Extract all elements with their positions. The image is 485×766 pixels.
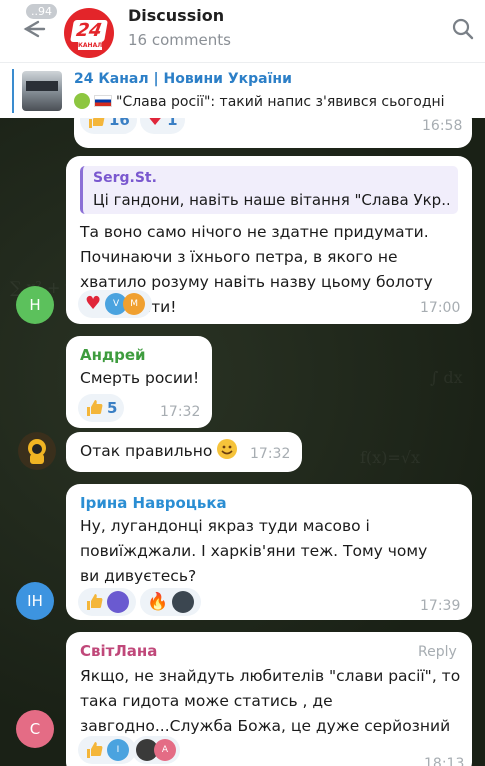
- sender-name[interactable]: Андрей: [80, 346, 146, 364]
- message-time: 17:00: [420, 300, 461, 316]
- reaction-count: 16: [109, 118, 130, 129]
- logo-sub: КАНАЛ: [78, 42, 103, 50]
- channel-avatar[interactable]: 24 КАНАЛ: [64, 8, 114, 58]
- message-time: 18:13: [424, 756, 465, 766]
- reaction-heart-avatars[interactable]: ♥ V M: [78, 290, 153, 318]
- thumbs-up-icon: [89, 118, 105, 128]
- message-text: Ну, лугандонці якраз туди масово і повиї…: [80, 517, 428, 585]
- chat-header: ..94 24 КАНАЛ Discussion 16 comments: [0, 0, 485, 62]
- reaction-thumbs-up-avatars[interactable]: I: [78, 736, 136, 764]
- message-time: 17:32: [250, 446, 291, 462]
- reaction-avatars[interactable]: A: [132, 736, 180, 764]
- reaction-heart[interactable]: ♥ 1: [140, 118, 185, 134]
- pin-indicator: [12, 69, 14, 113]
- fire-icon: 🔥: [147, 592, 169, 612]
- comments-count: 16 comments: [128, 31, 231, 49]
- message-time: 16:58: [422, 118, 463, 134]
- reply-link[interactable]: Reply: [418, 644, 457, 660]
- logo-text: 24: [70, 20, 108, 42]
- reaction-thumbs-up[interactable]: 5: [78, 394, 125, 422]
- smile-emoji-icon: [217, 439, 238, 459]
- thumbs-up-icon: [87, 742, 103, 758]
- reply-quote[interactable]: Serg.St. Ці гандони, навіть наше вітання…: [80, 166, 458, 214]
- reaction-count: 1: [167, 118, 178, 129]
- message-time: 17:32: [160, 404, 201, 420]
- thumbs-up-icon: [87, 594, 103, 610]
- sticker-avatar-icon: [28, 439, 46, 464]
- reactor-avatar: I: [107, 739, 129, 761]
- nauseated-emoji-icon: [74, 93, 90, 109]
- pinned-thumbnail: [22, 71, 62, 111]
- thumbs-up-icon: [87, 400, 103, 416]
- reaction-thumbs-up-avatar[interactable]: [78, 588, 136, 616]
- message-bubble[interactable]: Отак правильно 17:32: [66, 432, 302, 472]
- message-bubble[interactable]: Ірина Навроцька Ну, лугандонці якраз туд…: [66, 484, 472, 620]
- pinned-message[interactable]: 24 Канал | Новини України "Слава росії":…: [0, 62, 485, 118]
- message-bubble[interactable]: СвітЛана Reply Якщо, не знайдуть любител…: [66, 632, 472, 766]
- user-avatar[interactable]: [18, 432, 56, 470]
- unread-badge: ..94: [26, 4, 57, 19]
- heart-icon: ♥: [147, 118, 164, 130]
- reaction-count: 5: [107, 399, 118, 417]
- quote-author: Serg.St.: [93, 170, 157, 186]
- reactor-avatar: A: [154, 739, 176, 761]
- chat-title: Discussion: [128, 6, 225, 25]
- reaction-fire-avatar[interactable]: 🔥: [140, 588, 202, 616]
- reaction-thumbs-up[interactable]: 16: [80, 118, 137, 134]
- message-text-content: Отак правильно: [80, 442, 213, 460]
- sender-name[interactable]: Ірина Навроцька: [80, 494, 227, 512]
- user-avatar[interactable]: H: [16, 286, 54, 324]
- user-avatar[interactable]: ІН: [16, 582, 54, 620]
- sender-name[interactable]: СвітЛана: [80, 642, 157, 660]
- message-bubble[interactable]: Андрей Смерть росии! 5 17:32: [66, 336, 212, 428]
- pinned-channel: 24 Канал | Новини України: [74, 71, 292, 87]
- pinned-text: "Слава росії": такий напис з'явився сьог…: [116, 94, 445, 110]
- user-avatar[interactable]: C: [16, 710, 54, 748]
- message-time: 17:39: [420, 598, 461, 614]
- chat-area[interactable]: ∑ x² + y² f(x)=√x 1 X 3 π r² ∫ dx 16 ♥ 1…: [0, 118, 485, 766]
- heart-icon: ♥: [85, 293, 102, 314]
- message-bubble[interactable]: Serg.St. Ці гандони, навіть наше вітання…: [66, 156, 472, 324]
- russia-flag-icon: [94, 95, 112, 107]
- message-text: Отак правильно: [80, 439, 238, 464]
- reactor-avatar: M: [123, 293, 146, 315]
- search-icon[interactable]: [452, 18, 474, 40]
- reactor-avatar-photo: [172, 591, 195, 613]
- quote-text: Ці гандони, навіть наше вітання "Слава У…: [93, 191, 449, 209]
- reactor-avatar-photo: [107, 591, 129, 613]
- pinned-text-row: "Слава росії": такий напис з'явився сьог…: [74, 93, 479, 110]
- message-text: Смерть росии!: [80, 369, 200, 387]
- message-bubble[interactable]: 16 ♥ 1 16:58: [74, 118, 472, 148]
